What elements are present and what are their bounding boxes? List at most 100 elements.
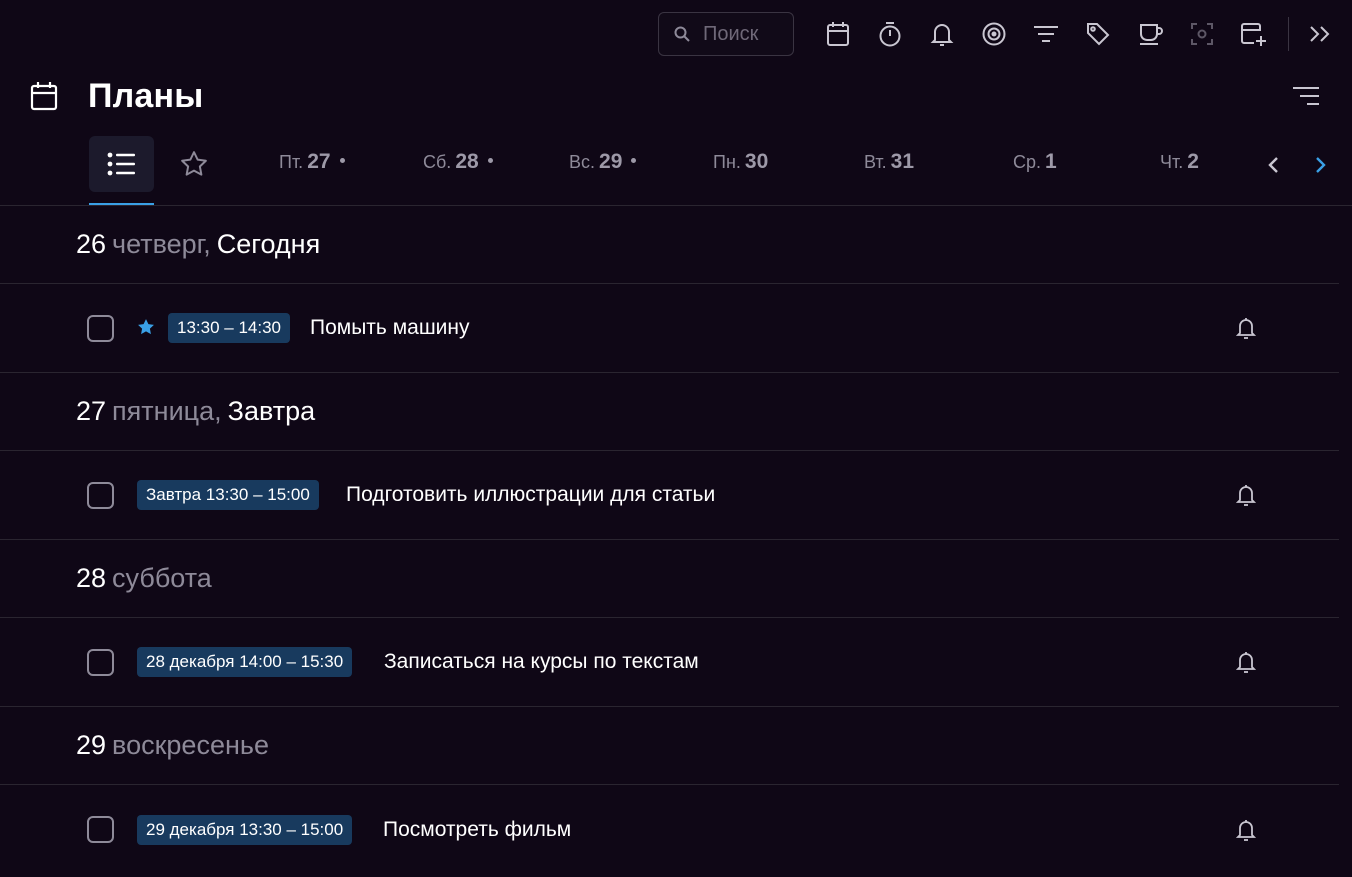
tab-day-5[interactable]: Ср. 1 bbox=[1013, 150, 1057, 180]
collapse-panel-button[interactable] bbox=[1294, 12, 1346, 56]
task-checkbox[interactable] bbox=[87, 648, 114, 676]
day-number: 28 bbox=[76, 563, 107, 593]
day-relative: Сегодня bbox=[216, 229, 321, 259]
screenshot-icon bbox=[1191, 23, 1213, 45]
tab-day-6[interactable]: Чт. 2 bbox=[1160, 150, 1199, 180]
plans-list: 26 четверг, Сегодня 13:30 – 14:30 Помыть… bbox=[0, 206, 1352, 874]
page-header: Планы bbox=[30, 74, 204, 118]
chevron-right-icon bbox=[1316, 157, 1326, 173]
timer-button[interactable] bbox=[864, 12, 916, 56]
task-checkbox[interactable] bbox=[87, 314, 114, 342]
day-header: 28 суббота bbox=[0, 540, 1339, 618]
active-tab-indicator bbox=[89, 203, 154, 205]
bell-icon bbox=[1236, 819, 1256, 841]
tab-starred[interactable] bbox=[174, 148, 214, 180]
search-input[interactable]: Поиск bbox=[658, 12, 794, 56]
day-tabs: Пт. 27 Сб. 28 Вс. 29 Пн. 30 Вт. 31 Ср. 1… bbox=[0, 136, 1352, 206]
day-weekday: пятница, bbox=[112, 396, 222, 426]
task-checkbox[interactable] bbox=[87, 816, 114, 843]
reminder-button[interactable] bbox=[1234, 481, 1258, 509]
reminder-button[interactable] bbox=[1234, 314, 1258, 342]
collapse-double-chevron-icon bbox=[1310, 26, 1330, 42]
reminder-button[interactable] bbox=[1234, 648, 1258, 676]
add-calendar-button[interactable] bbox=[1228, 12, 1280, 56]
calendar-icon bbox=[30, 82, 58, 111]
day-header: 26 четверг, Сегодня bbox=[0, 206, 1339, 284]
day-number: 27 bbox=[76, 396, 107, 426]
tab-list-view[interactable] bbox=[89, 136, 154, 192]
tab-day-name: Вс. bbox=[569, 152, 596, 172]
page-title: Планы bbox=[88, 76, 204, 115]
calendar-button[interactable] bbox=[812, 12, 864, 56]
task-checkbox[interactable] bbox=[87, 481, 114, 509]
bell-icon bbox=[1236, 485, 1256, 506]
search-placeholder: Поиск bbox=[703, 22, 759, 45]
previous-days-button[interactable] bbox=[1262, 150, 1286, 180]
list-icon bbox=[107, 152, 135, 176]
day-weekday: суббота bbox=[112, 563, 212, 593]
tab-day-name: Сб. bbox=[423, 152, 452, 172]
tab-event-dot bbox=[487, 158, 493, 163]
task-row[interactable]: 13:30 – 14:30 Помыть машину bbox=[0, 284, 1339, 373]
tab-day-name: Пт. bbox=[279, 152, 304, 172]
tab-day-2[interactable]: Вс. 29 bbox=[569, 150, 637, 180]
tab-day-name: Чт. bbox=[1160, 152, 1184, 172]
tab-day-4[interactable]: Вт. 31 bbox=[864, 150, 914, 180]
tab-day-number: 27 bbox=[307, 150, 331, 173]
sort-button[interactable] bbox=[1288, 80, 1324, 112]
day-weekday: четверг, bbox=[112, 229, 211, 259]
calendar-icon bbox=[827, 22, 849, 46]
task-title[interactable]: Помыть машину bbox=[310, 316, 470, 340]
task-row[interactable]: Завтра 13:30 – 15:00 Подготовить иллюстр… bbox=[0, 451, 1339, 540]
tab-day-number: 31 bbox=[890, 150, 915, 173]
tags-button[interactable] bbox=[1072, 12, 1124, 56]
tab-day-number: 29 bbox=[599, 150, 623, 173]
tab-day-1[interactable]: Сб. 28 bbox=[423, 150, 493, 180]
task-title[interactable]: Подготовить иллюстрации для статьи bbox=[346, 483, 715, 507]
star-outline-icon bbox=[181, 151, 207, 176]
tag-icon bbox=[1087, 23, 1110, 46]
filter-button[interactable] bbox=[1020, 12, 1072, 56]
chevron-left-icon bbox=[1268, 157, 1278, 173]
task-time-badge: 28 декабря 14:00 – 15:30 bbox=[137, 647, 353, 677]
tab-day-name: Пн. bbox=[713, 152, 741, 172]
notifications-button[interactable] bbox=[916, 12, 968, 56]
tab-day-number: 30 bbox=[744, 150, 769, 173]
tab-event-dot bbox=[339, 158, 345, 163]
next-days-button[interactable] bbox=[1308, 150, 1332, 180]
screenshot-button[interactable] bbox=[1176, 12, 1228, 56]
sort-lines-icon bbox=[1293, 87, 1319, 105]
add-calendar-icon bbox=[1241, 23, 1266, 46]
tab-day-number: 1 bbox=[1045, 150, 1057, 173]
bell-icon bbox=[1236, 318, 1256, 339]
task-time-badge: 29 декабря 13:30 – 15:00 bbox=[137, 814, 353, 845]
day-relative: Завтра bbox=[227, 396, 316, 426]
tab-event-dot bbox=[631, 158, 637, 163]
search-icon bbox=[673, 25, 691, 43]
coffee-cup-icon bbox=[1140, 24, 1163, 45]
task-row[interactable]: 29 декабря 13:30 – 15:00 Посмотреть филь… bbox=[0, 785, 1339, 874]
tab-day-0[interactable]: Пт. 27 bbox=[279, 150, 345, 180]
tab-day-number: 2 bbox=[1187, 150, 1199, 173]
filter-icon bbox=[1034, 26, 1058, 42]
top-toolbar: Поиск bbox=[658, 12, 1346, 56]
day-weekday: воскресенье bbox=[112, 730, 269, 760]
timer-icon bbox=[879, 22, 901, 47]
day-number: 26 bbox=[76, 229, 107, 259]
tab-day-number: 28 bbox=[455, 150, 479, 173]
break-button[interactable] bbox=[1124, 12, 1176, 56]
tab-day-3[interactable]: Пн. 30 bbox=[713, 150, 768, 180]
toolbar-icons bbox=[812, 12, 1346, 56]
day-number: 29 bbox=[76, 730, 107, 760]
task-row[interactable]: 28 декабря 14:00 – 15:30 Записаться на к… bbox=[0, 618, 1339, 707]
tab-day-name: Ср. bbox=[1013, 152, 1042, 172]
focus-button[interactable] bbox=[968, 12, 1020, 56]
bell-icon bbox=[1236, 652, 1256, 673]
task-time-badge: Завтра 13:30 – 15:00 bbox=[137, 480, 319, 510]
star-filled-icon[interactable] bbox=[136, 317, 156, 337]
task-title[interactable]: Посмотреть фильм bbox=[383, 818, 571, 842]
task-time-badge: 13:30 – 14:30 bbox=[168, 313, 290, 343]
task-title[interactable]: Записаться на курсы по текстам bbox=[384, 650, 699, 674]
reminder-button[interactable] bbox=[1234, 816, 1258, 844]
day-header: 27 пятница, Завтра bbox=[0, 373, 1339, 451]
